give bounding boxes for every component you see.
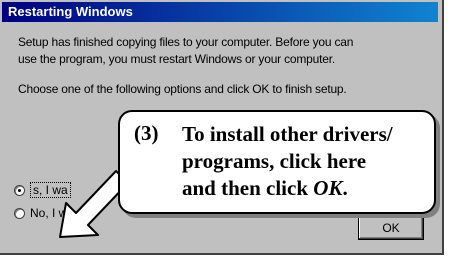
callout-line-3-prefix: and then click	[182, 176, 314, 200]
callout-emphasis: OK	[313, 176, 343, 200]
message-line-2: use the program, you must restart Window…	[18, 52, 335, 66]
callout-line-1: To install other drivers/	[182, 122, 393, 146]
instruction-text: Choose one of the following options and …	[18, 82, 347, 96]
ok-button[interactable]: OK	[358, 216, 424, 240]
instruction-callout: (3) To install other drivers/ programs, …	[118, 110, 436, 214]
callout-step-number: (3)	[134, 121, 159, 145]
callout-line-3: and then click OK.	[182, 175, 432, 202]
window-title: Restarting Windows	[8, 4, 133, 19]
callout-line-3-suffix: .	[342, 176, 348, 200]
radio-button-selected[interactable]	[14, 184, 25, 196]
callout-line-2: programs, click here	[182, 149, 367, 173]
radio-button[interactable]	[14, 207, 25, 219]
callout-text: To install other drivers/ programs, clic…	[182, 121, 432, 202]
title-bar[interactable]: Restarting Windows	[2, 2, 438, 22]
message-line-1: Setup has finished copying files to your…	[18, 35, 354, 49]
